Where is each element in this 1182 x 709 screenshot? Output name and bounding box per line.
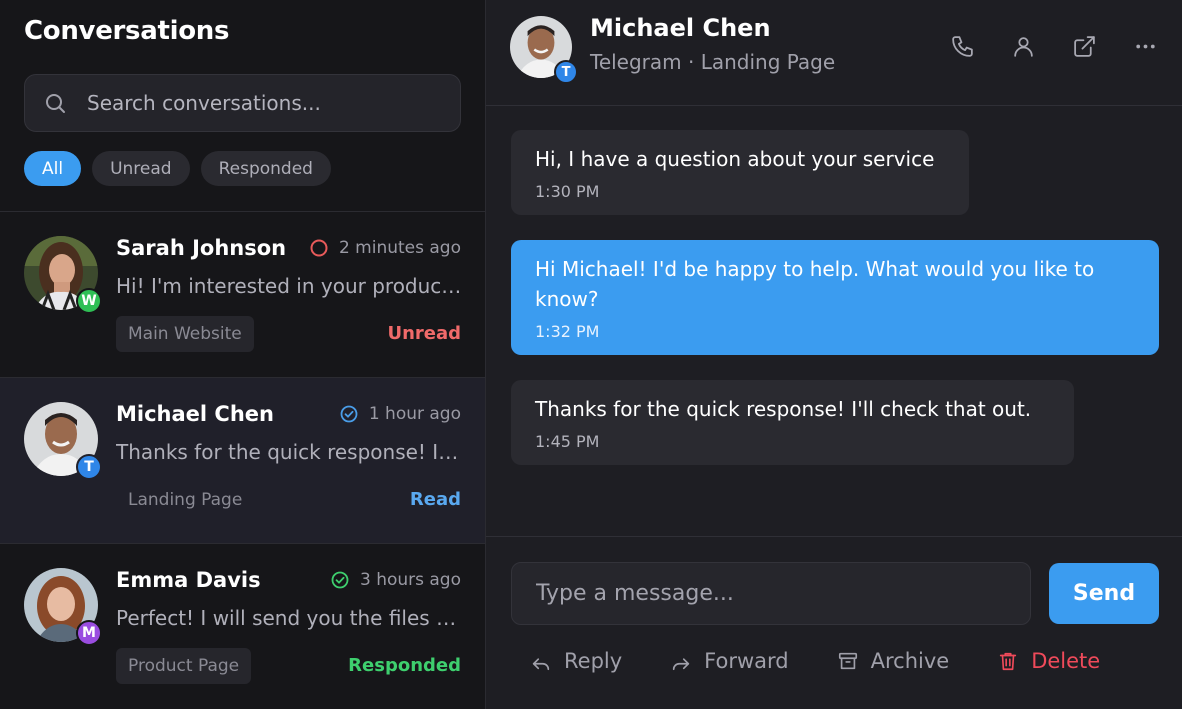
conversation-item[interactable]: M Emma Davis 3 hours ago Perfect! I will… (0, 544, 485, 709)
conversation-time-label: 1 hour ago (368, 404, 461, 424)
user-icon[interactable] (1011, 34, 1036, 59)
search-box[interactable] (24, 74, 461, 132)
trash-icon (1000, 652, 1017, 671)
avatar: W (24, 236, 102, 314)
conversation-name: Emma Davis (116, 568, 261, 592)
message-input[interactable] (536, 581, 1006, 606)
chat-header: T Michael Chen Telegram · Landing Page (486, 0, 1182, 106)
conversation-time-label: 3 hours ago (359, 570, 461, 590)
telegram-badge-icon: T (554, 60, 578, 84)
archive-icon (838, 652, 857, 670)
responded-check-icon (331, 571, 349, 589)
reply-icon (532, 658, 550, 671)
message-list: Hi, I have a question about your service… (486, 106, 1182, 536)
message-time: 1:30 PM (535, 182, 600, 201)
conversation-item-selected[interactable]: T Michael Chen 1 hour ago Thanks for the… (0, 378, 485, 544)
filter-responded[interactable]: Responded (200, 151, 331, 186)
archive-label: Archive (870, 649, 950, 673)
delete-button[interactable]: Delete (997, 649, 1100, 673)
conversation-time: 3 hours ago (330, 570, 461, 590)
messenger-badge-icon: M (76, 620, 102, 646)
whatsapp-badge-icon: W (76, 288, 102, 314)
conversation-name: Sarah Johnson (116, 236, 287, 260)
message-time: 1:45 PM (535, 432, 600, 451)
send-button[interactable]: Send (1049, 563, 1159, 624)
message-text: Hi Michael! I'd be happy to help. What w… (535, 257, 1095, 311)
conversation-item[interactable]: W Sarah Johnson 2 minutes ago Hi! I'm in… (0, 212, 485, 378)
status-label: Responded (348, 655, 461, 676)
conversation-preview: Hi! I'm interested in your product and w… (116, 274, 462, 298)
composer: Send Reply Forward Archive Delete (486, 536, 1182, 709)
source-tag: Main Website (116, 316, 254, 352)
phone-icon[interactable] (950, 34, 975, 59)
message-outgoing: Hi Michael! I'd be happy to help. What w… (511, 240, 1159, 355)
forward-icon (673, 658, 690, 671)
more-icon[interactable] (1133, 34, 1158, 59)
conversation-time-label: 2 minutes ago (338, 238, 461, 258)
conversation-sidebar: Conversations All Unread Responded (0, 0, 486, 709)
forward-button[interactable]: Forward (670, 649, 789, 673)
message-text: Thanks for the quick response! I'll chec… (535, 397, 1032, 421)
conversation-time: 2 minutes ago (309, 238, 461, 258)
filter-chips: All Unread Responded (24, 151, 331, 186)
message-actions: Reply Forward Archive Delete (530, 649, 1100, 673)
conversation-time: 1 hour ago (339, 404, 461, 424)
telegram-badge-icon: T (76, 454, 102, 480)
filter-unread[interactable]: Unread (92, 151, 190, 186)
sidebar-header: Conversations All Unread Responded (0, 0, 485, 212)
contact-name: Michael Chen (590, 14, 771, 42)
delete-label: Delete (1031, 649, 1101, 673)
forward-label: Forward (704, 649, 789, 673)
status-label: Read (409, 489, 461, 510)
sidebar-title: Conversations (24, 16, 230, 46)
conversation-preview: Thanks for the quick response! I'll chec… (116, 440, 462, 464)
source-tag: Product Page (116, 648, 252, 684)
avatar: M (24, 568, 102, 646)
unread-circle-icon (310, 239, 328, 257)
search-icon (46, 94, 65, 113)
filter-all[interactable]: All (24, 151, 82, 186)
external-link-icon[interactable] (1072, 34, 1097, 59)
avatar: T (24, 402, 102, 480)
conversation-preview: Perfect! I will send you the files tomor… (116, 606, 462, 630)
reply-button[interactable]: Reply (530, 649, 622, 673)
chat-panel: T Michael Chen Telegram · Landing Page H… (486, 0, 1182, 709)
read-check-icon (340, 405, 358, 423)
archive-button[interactable]: Archive (837, 649, 950, 673)
reply-label: Reply (564, 649, 623, 673)
contact-subtitle: Telegram · Landing Page (590, 50, 836, 74)
message-incoming: Hi, I have a question about your service… (511, 130, 969, 215)
message-text: Hi, I have a question about your service (535, 147, 935, 171)
status-label: Unread (387, 323, 461, 344)
source-tag: Landing Page (128, 490, 243, 510)
message-input-box[interactable] (511, 562, 1031, 625)
message-time: 1:32 PM (535, 322, 600, 341)
conversation-name: Michael Chen (116, 402, 274, 426)
message-incoming: Thanks for the quick response! I'll chec… (511, 380, 1074, 465)
contact-avatar[interactable]: T (510, 16, 578, 84)
search-input[interactable] (87, 91, 447, 115)
header-actions (950, 34, 1158, 59)
